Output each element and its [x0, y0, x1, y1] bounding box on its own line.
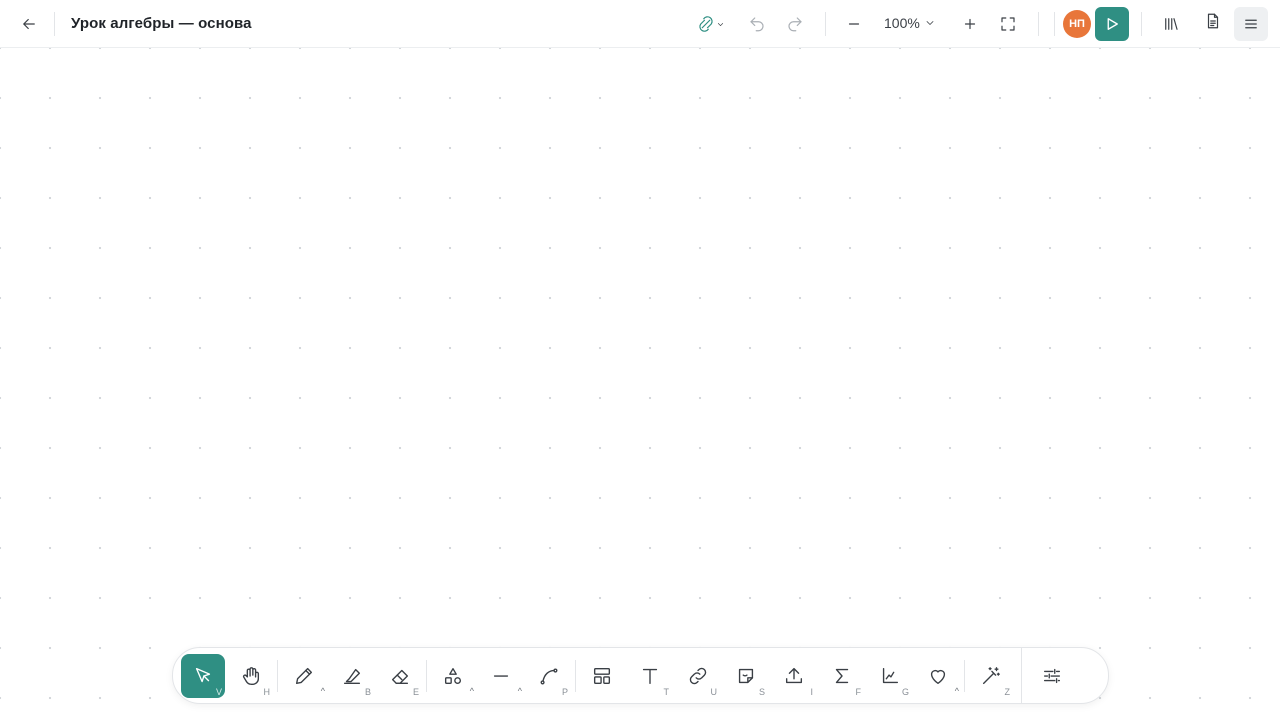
library-button[interactable] [1154, 7, 1188, 41]
redo-button[interactable] [778, 7, 812, 41]
back-button[interactable] [12, 7, 46, 41]
sticker-tool[interactable]: S [724, 654, 768, 698]
toolbar-divider [575, 659, 576, 692]
arrow-left-icon [23, 18, 35, 30]
highlighter-tool[interactable]: B [330, 654, 374, 698]
toolbar-divider [1021, 647, 1022, 704]
sliders-icon [1043, 668, 1061, 683]
hand-icon [242, 666, 260, 685]
graph-tool[interactable]: G [868, 654, 912, 698]
hotkey-label: U [710, 686, 718, 697]
eraser-tool[interactable]: E [378, 654, 422, 698]
toolbar-divider [964, 659, 965, 692]
layout-tool[interactable] [580, 654, 624, 698]
board-title[interactable]: Урок алгебры — основа [71, 15, 252, 32]
zoom-out-button[interactable] [837, 7, 871, 41]
hand-tool[interactable]: H [229, 654, 273, 698]
redo-icon [788, 17, 802, 32]
highlighter-icon [343, 668, 361, 684]
toolbar-divider [277, 659, 278, 692]
sync-status-button[interactable] [694, 7, 728, 41]
toolbar-divider [426, 659, 427, 692]
header-divider [825, 12, 826, 36]
curve-icon [540, 667, 558, 684]
shapes-tool[interactable]: ^ [431, 654, 475, 698]
favorites-tool[interactable]: ^ [916, 654, 960, 698]
library-icon [1165, 18, 1178, 30]
chevron-down-icon [717, 22, 724, 26]
cursor-icon [195, 667, 211, 682]
upload-icon [785, 667, 803, 683]
hotkey-label: T [663, 686, 670, 697]
hotkey-label: E [412, 686, 419, 697]
zoom-in-button[interactable] [953, 7, 987, 41]
magic-wand-icon [982, 666, 1000, 684]
heart-icon [930, 669, 946, 684]
zoom-level-dropdown[interactable]: 100% [880, 15, 940, 31]
chevron-up-icon[interactable]: ^ [321, 686, 325, 696]
hotkey-label: V [215, 686, 222, 697]
text-tool[interactable]: T [628, 654, 672, 698]
hotkey-label: B [364, 686, 371, 697]
graph-icon [882, 667, 899, 683]
play-icon [1107, 18, 1118, 30]
settings-tool[interactable] [1030, 654, 1074, 698]
hotkey-label: S [758, 686, 765, 697]
cloud-sync-icon [699, 16, 713, 32]
whiteboard-canvas[interactable] [0, 48, 1280, 720]
sigma-icon [835, 668, 849, 683]
top-bar: Урок алгебры — основа 100% НП [0, 0, 1280, 48]
hotkey-label: P [561, 686, 568, 697]
hotkey-label: Z [1004, 686, 1011, 697]
chevron-down-icon [926, 21, 934, 25]
chevron-up-icon[interactable]: ^ [955, 686, 959, 696]
curve-tool[interactable]: P [527, 654, 571, 698]
magic-tool[interactable]: Z [969, 654, 1013, 698]
shapes-icon [444, 667, 462, 684]
eraser-icon [391, 669, 409, 684]
chevron-up-icon[interactable]: ^ [470, 686, 474, 696]
upload-tool[interactable]: I [772, 654, 816, 698]
link-tool[interactable]: U [676, 654, 720, 698]
line-tool[interactable]: ^ [479, 654, 523, 698]
sticker-icon [738, 668, 754, 683]
select-tool[interactable]: V [181, 653, 225, 698]
bottom-toolbar: V H ^ B E ^ ^ P T U S I F G ^ Z [172, 647, 1109, 704]
line-icon [493, 674, 509, 677]
present-button[interactable] [1095, 7, 1129, 41]
chevron-up-icon[interactable]: ^ [518, 686, 522, 696]
document-icon [1207, 13, 1219, 29]
undo-icon [750, 17, 764, 32]
minus-icon [848, 23, 860, 25]
plus-icon [964, 18, 976, 30]
fullscreen-icon [1001, 17, 1015, 31]
text-icon [642, 668, 658, 684]
formula-tool[interactable]: F [820, 654, 864, 698]
header-divider [1054, 12, 1055, 36]
hamburger-icon [1245, 19, 1257, 29]
hotkey-label: I [810, 686, 813, 697]
document-button[interactable] [1196, 4, 1230, 38]
menu-button[interactable] [1234, 7, 1268, 41]
pencil-icon [295, 667, 313, 684]
hotkey-label: F [855, 686, 862, 697]
zoom-level-value: 100% [884, 15, 920, 31]
header-divider [1141, 12, 1142, 36]
link-icon [689, 667, 707, 684]
fullscreen-button[interactable] [991, 7, 1025, 41]
hotkey-label: G [901, 686, 909, 697]
header-divider [54, 12, 55, 36]
hotkey-label: H [263, 686, 271, 697]
undo-button[interactable] [740, 7, 774, 41]
header-divider [1038, 12, 1039, 36]
layout-icon [593, 667, 611, 684]
user-avatar[interactable]: НП [1063, 10, 1091, 38]
pencil-tool[interactable]: ^ [282, 654, 326, 698]
